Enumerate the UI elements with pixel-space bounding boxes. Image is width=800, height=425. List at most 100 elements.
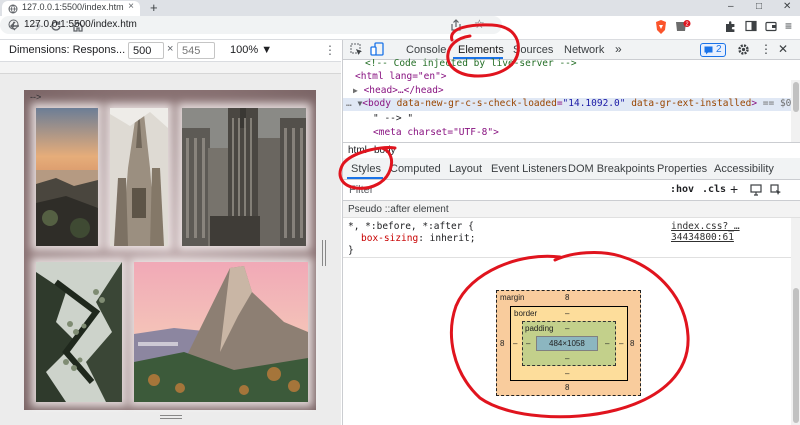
padding-right-value[interactable]: – (605, 339, 609, 348)
subtab-layout[interactable]: Layout (449, 163, 482, 175)
new-tab-button[interactable]: + (150, 0, 158, 15)
media-query-ruler (0, 62, 341, 74)
tab-close-icon[interactable]: × (128, 1, 134, 12)
subtab-accessibility[interactable]: Accessibility (714, 163, 774, 175)
padding-top-value[interactable]: – (565, 324, 569, 333)
tab-network[interactable]: Network (564, 44, 604, 56)
site-info-icon[interactable] (8, 19, 19, 30)
dimensions-dropdown[interactable]: Dimensions: Respons... ▼ (9, 44, 139, 56)
device-toolbar-toggle-icon[interactable] (370, 42, 384, 57)
computed-styles-icon[interactable] (750, 184, 762, 196)
globe-icon (8, 4, 18, 14)
viewport-height-input[interactable] (177, 42, 215, 59)
subtab-active-indicator (347, 177, 383, 179)
rendered-page: --> (24, 90, 316, 410)
subtab-dom-breakpoints[interactable]: DOM Breakpoints (568, 163, 655, 175)
tab-console[interactable]: Console (406, 44, 446, 56)
device-toolbar: Dimensions: Respons... ▼ × 100% ▼ ⋮ (0, 40, 341, 62)
devtools-close-icon[interactable]: ✕ (778, 42, 788, 56)
expand-triangle-icon[interactable]: ▶ (353, 86, 358, 95)
content-size-value[interactable]: 484×1058 (549, 339, 585, 348)
window-maximize-button[interactable]: □ (756, 1, 762, 12)
breadcrumb: html body (343, 142, 800, 158)
photo-pine (36, 262, 122, 402)
pseudo-element-header: Pseudo ::after element (343, 201, 800, 218)
margin-bottom-value[interactable]: 8 (565, 383, 569, 392)
bookmark-star-icon[interactable]: ☆ (474, 17, 485, 31)
photo-cathedral (110, 108, 168, 246)
window-close-button[interactable]: ✕ (783, 1, 791, 12)
border-left-value[interactable]: – (513, 339, 517, 348)
breadcrumb-body[interactable]: body (374, 145, 396, 156)
photo-coastline (36, 108, 98, 246)
styles-filter-row: Filter :hov .cls + (343, 180, 800, 201)
tab-title: 127.0.0.1:5500/index.htm (22, 2, 124, 12)
devtools-panel: Console Elements Sources Network » 2 ⋮ ✕… (342, 40, 800, 425)
subtab-computed[interactable]: Computed (390, 163, 441, 175)
inspect-element-icon[interactable] (350, 43, 363, 56)
rule-declaration[interactable]: box-sizing: inherit; (361, 233, 475, 244)
breadcrumb-html[interactable]: html (348, 145, 367, 156)
rule-close: } (348, 245, 354, 256)
resize-handle-bottom[interactable] (160, 415, 182, 419)
share-icon[interactable] (450, 19, 462, 31)
dimension-separator: × (167, 43, 174, 55)
margin-label: margin (500, 293, 525, 302)
sidebar-icon[interactable] (745, 20, 757, 32)
dom-meta-line[interactable]: <meta charset="UTF-8"> (373, 127, 499, 138)
dom-comment-line[interactable]: <!-- Code injected by live-server --> (365, 58, 577, 69)
styles-filter-input[interactable]: Filter (349, 184, 373, 196)
margin-left-value[interactable]: 8 (500, 339, 504, 348)
hover-state-toggle[interactable]: :hov (670, 184, 694, 195)
rule-source-link[interactable]: index.css?_…34434800:61 (671, 221, 800, 243)
rewards-icon[interactable]: 2 (675, 20, 691, 34)
margin-top-value[interactable]: 8 (565, 293, 569, 302)
more-tabs-button[interactable]: » (615, 42, 622, 56)
device-viewport: --> (0, 62, 341, 425)
border-bottom-value[interactable]: – (565, 369, 569, 378)
viewport-width-input[interactable] (128, 42, 164, 59)
url-text: 127.0.0.1:5500/index.htm (24, 19, 137, 30)
resize-handle-right[interactable] (322, 240, 326, 266)
rule-selector[interactable]: *, *:before, *:after { (348, 221, 474, 232)
svg-text:2: 2 (685, 22, 688, 28)
dom-body-line[interactable]: … ▼<body data-new-gr-c-s-check-loaded="1… (343, 98, 791, 111)
subtab-event-listeners[interactable]: Event Listeners (491, 163, 567, 175)
dom-text-node-line[interactable]: " --> " (373, 113, 413, 124)
browser-menu-icon[interactable]: ≡ (785, 19, 792, 33)
class-toggle[interactable]: .cls (702, 184, 726, 195)
styles-subtab-bar: Styles Computed Layout Event Listeners D… (343, 158, 800, 180)
new-style-rule-button[interactable]: + (730, 181, 738, 197)
extensions-puzzle-icon[interactable] (724, 21, 736, 33)
styles-scrollbar[interactable] (791, 218, 800, 425)
device-menu-icon[interactable]: ⋮ (324, 43, 336, 57)
padding-left-value[interactable]: – (526, 339, 530, 348)
window-minimize-button[interactable]: – (728, 1, 734, 12)
subtab-styles[interactable]: Styles (351, 163, 381, 175)
dom-html-line[interactable]: <html lang="en"> (355, 71, 447, 82)
browser-toolbar: 127.0.0.1:5500/index.htm ☆ 2 ≡ (0, 16, 800, 40)
dom-tree: <!-- Code injected by live-server --> <h… (343, 58, 800, 162)
photo-mountain (134, 262, 308, 402)
element-state-icon[interactable] (770, 184, 782, 196)
settings-gear-icon[interactable] (737, 43, 750, 56)
photo-city (182, 108, 306, 246)
style-rule: *, *:before, *:after { box-sizing: inher… (343, 218, 800, 258)
dom-head-line[interactable]: ▶ <head>…</head> (353, 85, 444, 96)
border-right-value[interactable]: – (619, 339, 623, 348)
devtools-menu-icon[interactable]: ⋮ (760, 42, 772, 56)
margin-right-value[interactable]: 8 (630, 339, 634, 348)
border-top-value[interactable]: – (565, 309, 569, 318)
devtools-tab-bar: Console Elements Sources Network » 2 ⋮ ✕ (343, 40, 800, 60)
border-label: border (514, 309, 538, 318)
wallet-icon[interactable] (765, 20, 777, 32)
browser-tab[interactable]: 127.0.0.1:5500/index.htm × (2, 1, 140, 16)
padding-bottom-value[interactable]: – (565, 354, 569, 363)
issues-counter[interactable]: 2 (700, 43, 726, 57)
zoom-dropdown[interactable]: 100% ▼ (230, 44, 272, 56)
tab-elements[interactable]: Elements (458, 44, 504, 56)
subtab-properties[interactable]: Properties (657, 163, 707, 175)
tab-sources[interactable]: Sources (513, 44, 553, 56)
brave-shield-icon[interactable] (655, 20, 667, 34)
tab-strip: 127.0.0.1:5500/index.htm × + – □ ✕ (0, 0, 800, 16)
